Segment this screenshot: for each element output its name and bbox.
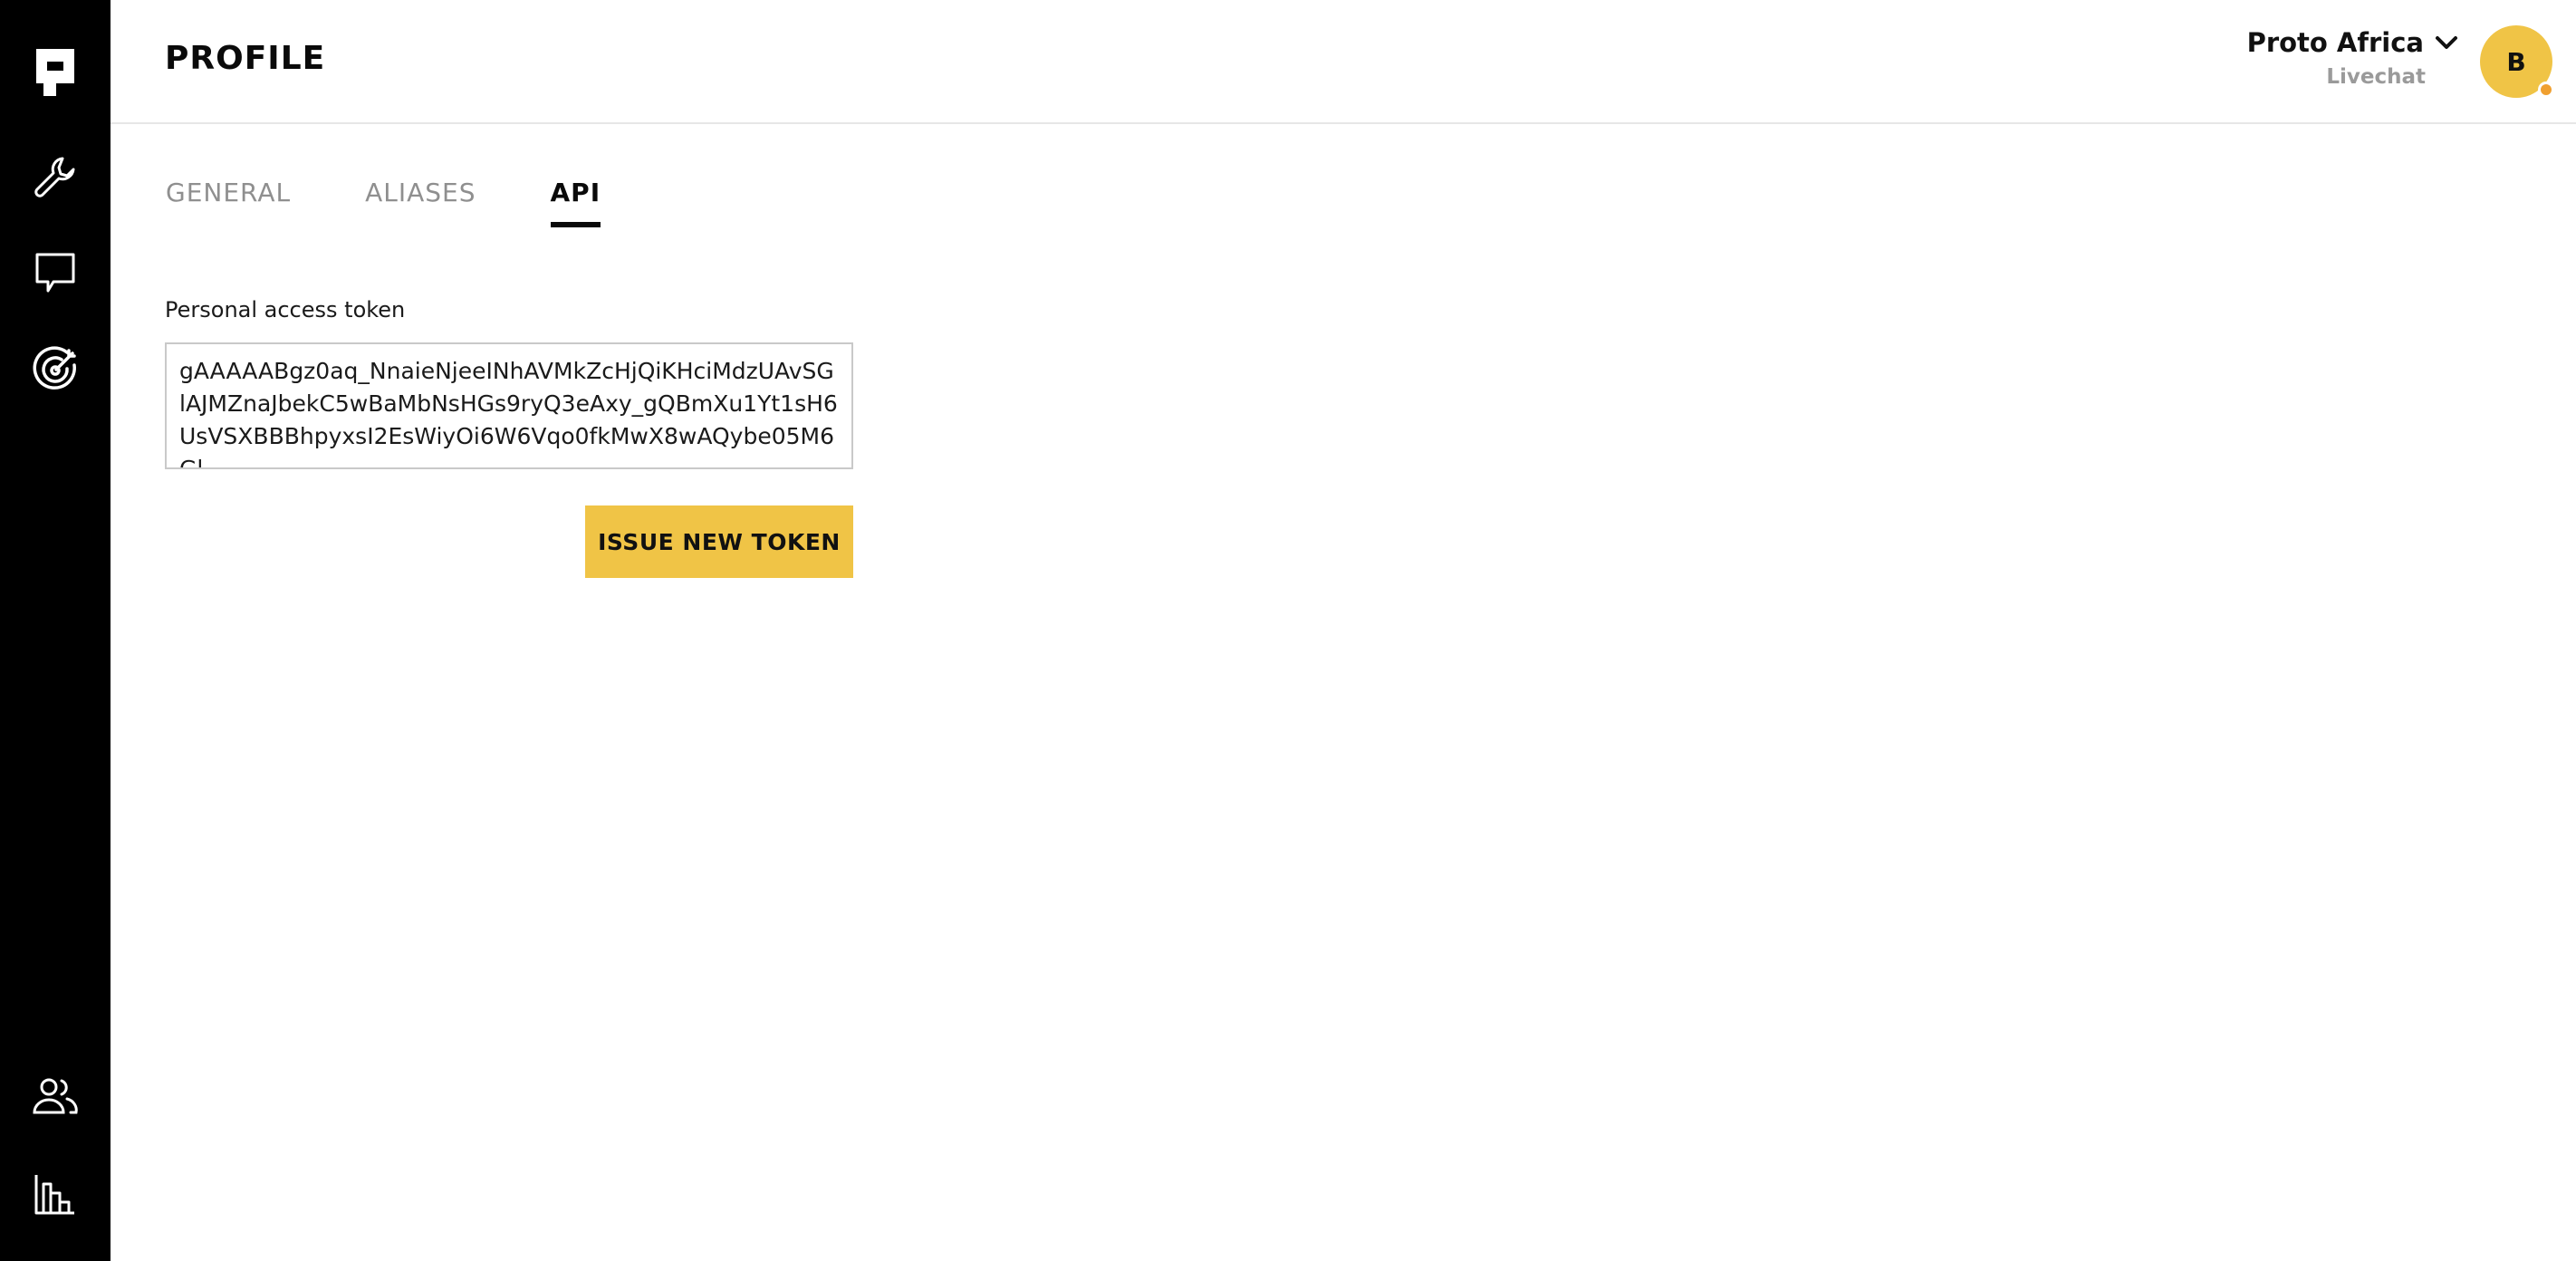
sidebar-item-users[interactable] — [0, 1051, 111, 1141]
sidebar — [0, 0, 111, 1261]
bar-chart-icon — [34, 1175, 74, 1215]
logo-icon — [36, 49, 74, 96]
sidebar-item-home[interactable] — [0, 27, 111, 118]
token-label: Personal access token — [165, 297, 406, 322]
wrench-icon — [34, 157, 75, 197]
page-title: PROFILE — [165, 40, 326, 77]
sidebar-item-targeting[interactable] — [0, 324, 111, 415]
status-indicator — [2538, 82, 2554, 98]
sidebar-item-analytics[interactable] — [0, 1149, 111, 1239]
chevron-down-icon — [2436, 36, 2457, 49]
target-icon — [33, 346, 76, 390]
sidebar-item-conversations[interactable] — [0, 228, 111, 319]
tab-general[interactable]: GENERAL — [166, 178, 291, 227]
org-switcher[interactable]: Proto Africa Livechat — [2247, 27, 2458, 89]
token-field[interactable]: gAAAAABgz0aq_NnaieNjeeINhAVMkZcHjQiKHciM… — [165, 342, 853, 469]
org-name: Proto Africa — [2246, 27, 2424, 58]
avatar-initial: B — [2506, 46, 2526, 77]
profile-tabs: GENERAL ALIASES API — [166, 178, 675, 227]
tab-api[interactable]: API — [550, 178, 601, 227]
org-subtitle: Livechat — [2326, 65, 2426, 89]
sidebar-item-settings[interactable] — [0, 131, 111, 222]
tab-aliases[interactable]: ALIASES — [365, 178, 476, 227]
users-icon — [33, 1078, 78, 1114]
app-root: PROFILE Proto Africa Livechat B GENERAL … — [0, 0, 2576, 1261]
avatar[interactable]: B — [2480, 25, 2554, 98]
issue-new-token-button[interactable]: ISSUE NEW TOKEN — [585, 505, 853, 578]
top-header: PROFILE Proto Africa Livechat B — [111, 0, 2576, 124]
chat-bubble-icon — [35, 253, 75, 293]
